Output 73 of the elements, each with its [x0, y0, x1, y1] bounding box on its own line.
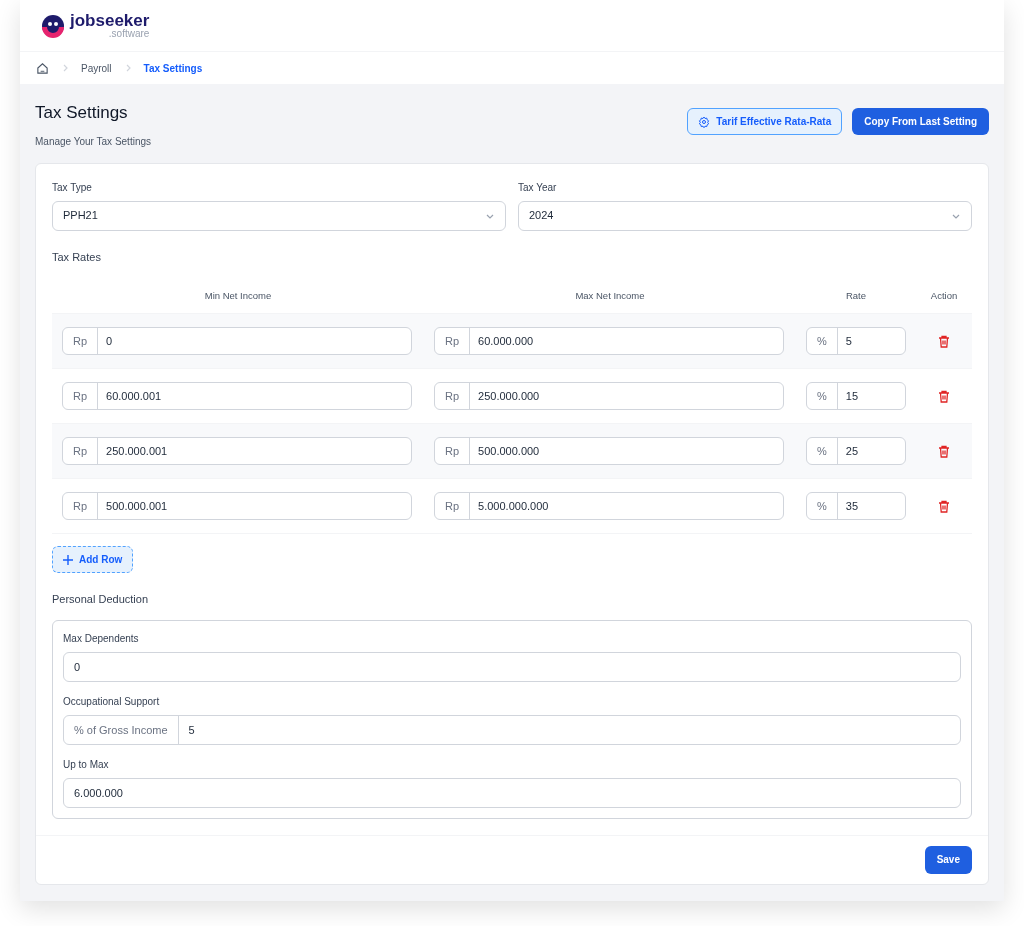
input-prefix: Rp: [63, 328, 99, 355]
trash-icon[interactable]: [938, 389, 950, 403]
input-field[interactable]: Rp 0: [62, 327, 412, 356]
input-prefix: Rp: [63, 493, 99, 520]
column-header: Action: [929, 289, 959, 303]
save-button[interactable]: Save: [924, 845, 972, 874]
column-header: Min Net Income: [203, 289, 273, 303]
section-title: Tax Rates: [52, 249, 102, 265]
input-field[interactable]: 0: [63, 651, 961, 682]
input-prefix: Rp: [63, 383, 99, 410]
brand-suffix: .software: [108, 29, 150, 39]
input-field[interactable]: Rp 500.000.000: [434, 437, 784, 466]
input-value: 500.000.001: [105, 499, 169, 514]
trash-icon[interactable]: [938, 499, 950, 513]
select-field[interactable]: 2024: [518, 200, 972, 231]
breadcrumb-link[interactable]: Tax Settings: [143, 60, 203, 76]
brand-name: jobseeker: [70, 12, 150, 29]
input-field[interactable]: Rp 250.000.000: [434, 382, 784, 411]
field-label: Tax Year: [518, 180, 558, 195]
input-value: 250.000.000: [477, 389, 541, 404]
input-prefix: Rp: [435, 493, 471, 520]
input-prefix: %: [807, 383, 838, 410]
input-prefix: Rp: [63, 438, 99, 465]
input-field[interactable]: Rp 500.000.001: [62, 492, 412, 521]
input-value: 5: [844, 334, 853, 349]
input-value: 250.000.001: [105, 444, 169, 459]
trash-icon[interactable]: [938, 334, 950, 348]
gear-icon: [698, 115, 711, 128]
input-field[interactable]: % 15: [806, 382, 906, 411]
copy-button[interactable]: Copy From Last Setting: [852, 108, 989, 135]
input-prefix: %: [807, 493, 838, 520]
input-prefix: Rp: [435, 328, 471, 355]
input-value: 60.000.000: [477, 334, 535, 349]
section-title: Personal Deduction: [52, 592, 149, 608]
add-row-button[interactable]: Add Row: [52, 546, 134, 574]
input-field[interactable]: Rp 60.000.000: [434, 327, 784, 356]
input-prefix: %: [807, 438, 838, 465]
input-value: 35: [844, 499, 860, 514]
input-prefix: %: [807, 328, 838, 355]
input-field[interactable]: Rp 5.000.000.000: [434, 492, 784, 521]
input-field[interactable]: Rp 60.000.001: [62, 382, 412, 411]
input-prefix: Rp: [435, 438, 471, 465]
input-value: 0: [105, 334, 114, 349]
home-icon[interactable]: [36, 61, 49, 75]
input-field[interactable]: Rp 250.000.001: [62, 437, 412, 466]
input-value: 25: [844, 444, 860, 459]
input-field[interactable]: % 5: [806, 327, 906, 356]
input-field[interactable]: % 35: [806, 492, 906, 521]
input-field[interactable]: % 25: [806, 437, 906, 466]
field-label: Occupational Support: [63, 694, 161, 709]
input-prefix: % of Gross Income: [64, 715, 179, 744]
chevron-right-icon: [61, 64, 69, 72]
input-value: 5.000.000.000: [477, 499, 550, 514]
column-header: Max Net Income: [574, 289, 646, 303]
input-value: 500.000.000: [477, 444, 541, 459]
trash-icon[interactable]: [938, 444, 950, 458]
field-label: Tax Type: [52, 180, 93, 195]
field-label: Up to Max: [63, 757, 110, 772]
tarif-button[interactable]: Tarif Effective Rata-Rata: [687, 108, 843, 135]
input-value: 5: [187, 722, 196, 738]
input-value: 60.000.001: [105, 389, 163, 404]
input-field[interactable]: 6.000.000: [63, 777, 961, 808]
input-prefix: Rp: [435, 383, 471, 410]
plus-icon: [63, 554, 73, 565]
field-label: Max Dependents: [63, 631, 140, 646]
page-subtitle: Manage Your Tax Settings: [35, 134, 151, 149]
column-header: Rate: [844, 289, 868, 303]
select-field[interactable]: PPH21: [52, 200, 506, 231]
breadcrumb-link[interactable]: Payroll: [81, 60, 112, 76]
input-field[interactable]: % of Gross Income 5: [63, 714, 961, 745]
page-title: Tax Settings: [35, 102, 129, 124]
input-value: 15: [844, 389, 860, 404]
logo-icon: [40, 12, 66, 39]
